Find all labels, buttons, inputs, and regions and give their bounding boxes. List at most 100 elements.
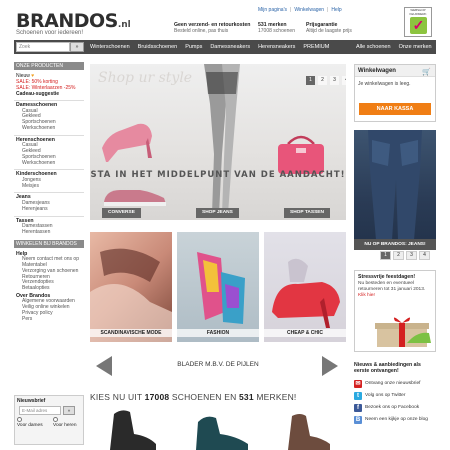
hero-link-tassen[interactable]: SHOP TASSEN (284, 208, 330, 218)
count-suffix: MERKEN! (256, 392, 297, 402)
search-input[interactable]: Zoek (16, 42, 70, 52)
divider (14, 192, 84, 194)
pink-heel-image (102, 123, 152, 162)
tile-fashion[interactable]: FASHION (177, 232, 259, 342)
my-pages-link[interactable]: Mijn pagina's (258, 7, 287, 13)
social-row-twitter[interactable]: t Volg ons op Twitter (354, 390, 436, 401)
sidebar: ONZE PRODUCTEN Nieuw ♥ SALE: 50% korting… (14, 62, 84, 323)
sidebar-sub-item[interactable]: Werkschoenen (14, 125, 84, 132)
radio-button[interactable] (53, 417, 59, 422)
shopping-cart-widget: Winkelwagen 🛒 Je winkelwagen is leeg. NAA… (354, 64, 436, 122)
hero-slider[interactable]: Shop ur style STA IN HET MIDDELPUNT VAN … (90, 64, 346, 220)
site-logo[interactable]: BRANDOS.nl (16, 10, 131, 32)
hero-page-1[interactable]: 1 (306, 76, 315, 85)
count-prefix: KIES NU UIT (90, 392, 143, 402)
tile-cheap-chic[interactable]: CHEAP & CHIC (264, 232, 346, 342)
promo-body: Nu besteden en eventueel retourneren tot… (358, 281, 426, 292)
jeans-promo-banner[interactable]: NU OP BRANDOS: JEANS! (354, 130, 436, 250)
checkout-button[interactable]: NAAR KASSA (359, 103, 431, 115)
help-link[interactable]: Help (331, 7, 341, 13)
sidebar-header-products: ONZE PRODUCTEN (14, 62, 84, 70)
model-legs-image (204, 64, 240, 214)
sidebar-item-cadeau[interactable]: Cadeau-suggestie (14, 91, 84, 97)
sidebar-sub-item[interactable]: Herenjeans (14, 206, 84, 213)
newsletter-options: Voor dames Voor heren (15, 415, 83, 430)
tile-scandinavische-mode[interactable]: SCANDINAVISCHE MODE (90, 232, 172, 342)
hero-page-4[interactable]: 4 (342, 76, 346, 85)
logo-suffix: .nl (117, 20, 131, 30)
usp-brands: 531 merken 17008 schoenen (258, 22, 295, 34)
jeans-page-1[interactable]: 1 (380, 251, 391, 260)
usp-price: Prijsgarantie Altijd de laagste prijs (306, 22, 352, 34)
nav-item-onze-merken[interactable]: Onze merken (399, 40, 432, 54)
nav-item-winterschoenen[interactable]: Winterschoenen (90, 40, 130, 54)
sidebar-header-shopping: WINKELEN BIJ BRANDOS (14, 239, 84, 248)
social-label: Volg ons op Twitter (365, 393, 406, 398)
holiday-promo-box: Stressvrije feestdagen! Nu besteden en e… (354, 270, 436, 352)
cart-header: Winkelwagen 🛒 (355, 65, 435, 77)
search-button[interactable]: » (70, 42, 84, 52)
divider (14, 215, 84, 217)
newsletter-submit-button[interactable]: » (63, 406, 75, 415)
social-row-newsletter[interactable]: ✉ Ontvang onze nieuwsbrief (354, 378, 436, 389)
radio-button[interactable] (17, 417, 22, 422)
nav-item-herensneakers[interactable]: Herensneakers (258, 40, 295, 54)
jeans-page-2[interactable]: 2 (393, 251, 404, 260)
nav-item-premium[interactable]: PREMIUM (303, 40, 329, 54)
newsletter-email-input[interactable]: E-Mail adres (19, 406, 61, 415)
woman-legs-image (90, 248, 172, 342)
nav-item-damessneakers[interactable]: Damessneakers (210, 40, 250, 54)
twitter-icon: t (354, 391, 362, 400)
blog-icon: B (354, 415, 362, 424)
promo-link[interactable]: Klik hier (355, 293, 435, 298)
usp-sub: Besteld online, pas thuis (174, 28, 229, 34)
nav-item-pumps[interactable]: Pumps (185, 40, 202, 54)
hero-page-2[interactable]: 2 (318, 76, 327, 85)
social-box: Nieuws & aanbiedingen als eerste ontvang… (354, 362, 436, 426)
social-row-facebook[interactable]: f Bezoek ons op Facebook (354, 402, 436, 413)
social-row-blog[interactable]: B Neem een kijkje op onze blog (354, 414, 436, 425)
product-count-heading: KIES NU UIT 17008 SCHOENEN EN 531 MERKEN… (90, 392, 296, 402)
hero-link-converse[interactable]: CONVERSE (102, 208, 141, 218)
gift-box-image (375, 317, 431, 347)
option-dames[interactable]: Voor dames (17, 417, 47, 428)
jeans-pager: 1 2 3 4 (380, 251, 430, 260)
separator: | (290, 7, 292, 13)
cart-title: Winkelwagen (358, 68, 396, 74)
option-label: Voor heren (53, 422, 77, 428)
cart-empty-text: Je winkelwagen is leeg. (358, 81, 411, 87)
divider (14, 169, 84, 171)
tile-caption: CHEAP & CHIC (264, 329, 346, 337)
shoe-thumbnail[interactable] (96, 404, 166, 450)
cart-link[interactable]: Winkelwagen (294, 7, 324, 13)
cart-icon[interactable]: 🛒 (422, 67, 431, 79)
sidebar-sub-item[interactable]: Pers (14, 316, 84, 323)
shoe-thumbnail[interactable] (272, 404, 342, 450)
usp-shipping: Geen verzend- en retourkosten Besteld onl… (174, 22, 250, 34)
hero-page-3[interactable]: 3 (330, 76, 339, 85)
hero-heading: STA IN HET MIDDELPUNT VAN DE AANDACHT! (90, 170, 346, 180)
top-links: Mijn pagina's | Winkelwagen | Help (258, 7, 342, 13)
social-label: Neem een kijkje op onze blog (365, 417, 428, 422)
divider (14, 134, 84, 136)
site-tagline: Schoenen voor iedereen! (16, 30, 84, 36)
shoe-thumbnail[interactable] (186, 404, 256, 450)
usp-sub: Altijd de laagste prijs (306, 28, 352, 34)
usp-sub: 17008 schoenen (258, 28, 295, 34)
nav-item-alle-schoenen[interactable]: Alle schoenen (356, 40, 391, 54)
nav-item-bruidsschoenen[interactable]: Bruidsschoenen (138, 40, 177, 54)
newsletter-icon: ✉ (354, 379, 362, 388)
social-title: Nieuws & aanbiedingen als eerste ontvang… (354, 362, 421, 374)
nav-items: Winterschoenen Bruidsschoenen Pumps Dame… (90, 40, 329, 54)
webshop-keurmerk-badge[interactable]: WEBSHOP KEURMERK ✓ (404, 7, 432, 37)
sidebar-sub-item[interactable]: Meisjes (14, 183, 84, 190)
hero-link-jeans[interactable]: SHOP JEANS (196, 208, 239, 218)
jeans-page-4[interactable]: 4 (419, 251, 430, 260)
jeans-page-3[interactable]: 3 (406, 251, 417, 260)
count-mid: SCHOENEN EN (171, 392, 237, 402)
sidebar-sub-item[interactable]: Betaalopties (14, 285, 84, 292)
divider (14, 100, 84, 101)
social-label: Ontvang onze nieuwsbrief (365, 381, 421, 386)
sidebar-sub-item[interactable]: Werkschoenen (14, 160, 84, 167)
option-heren[interactable]: Voor heren (53, 417, 81, 428)
